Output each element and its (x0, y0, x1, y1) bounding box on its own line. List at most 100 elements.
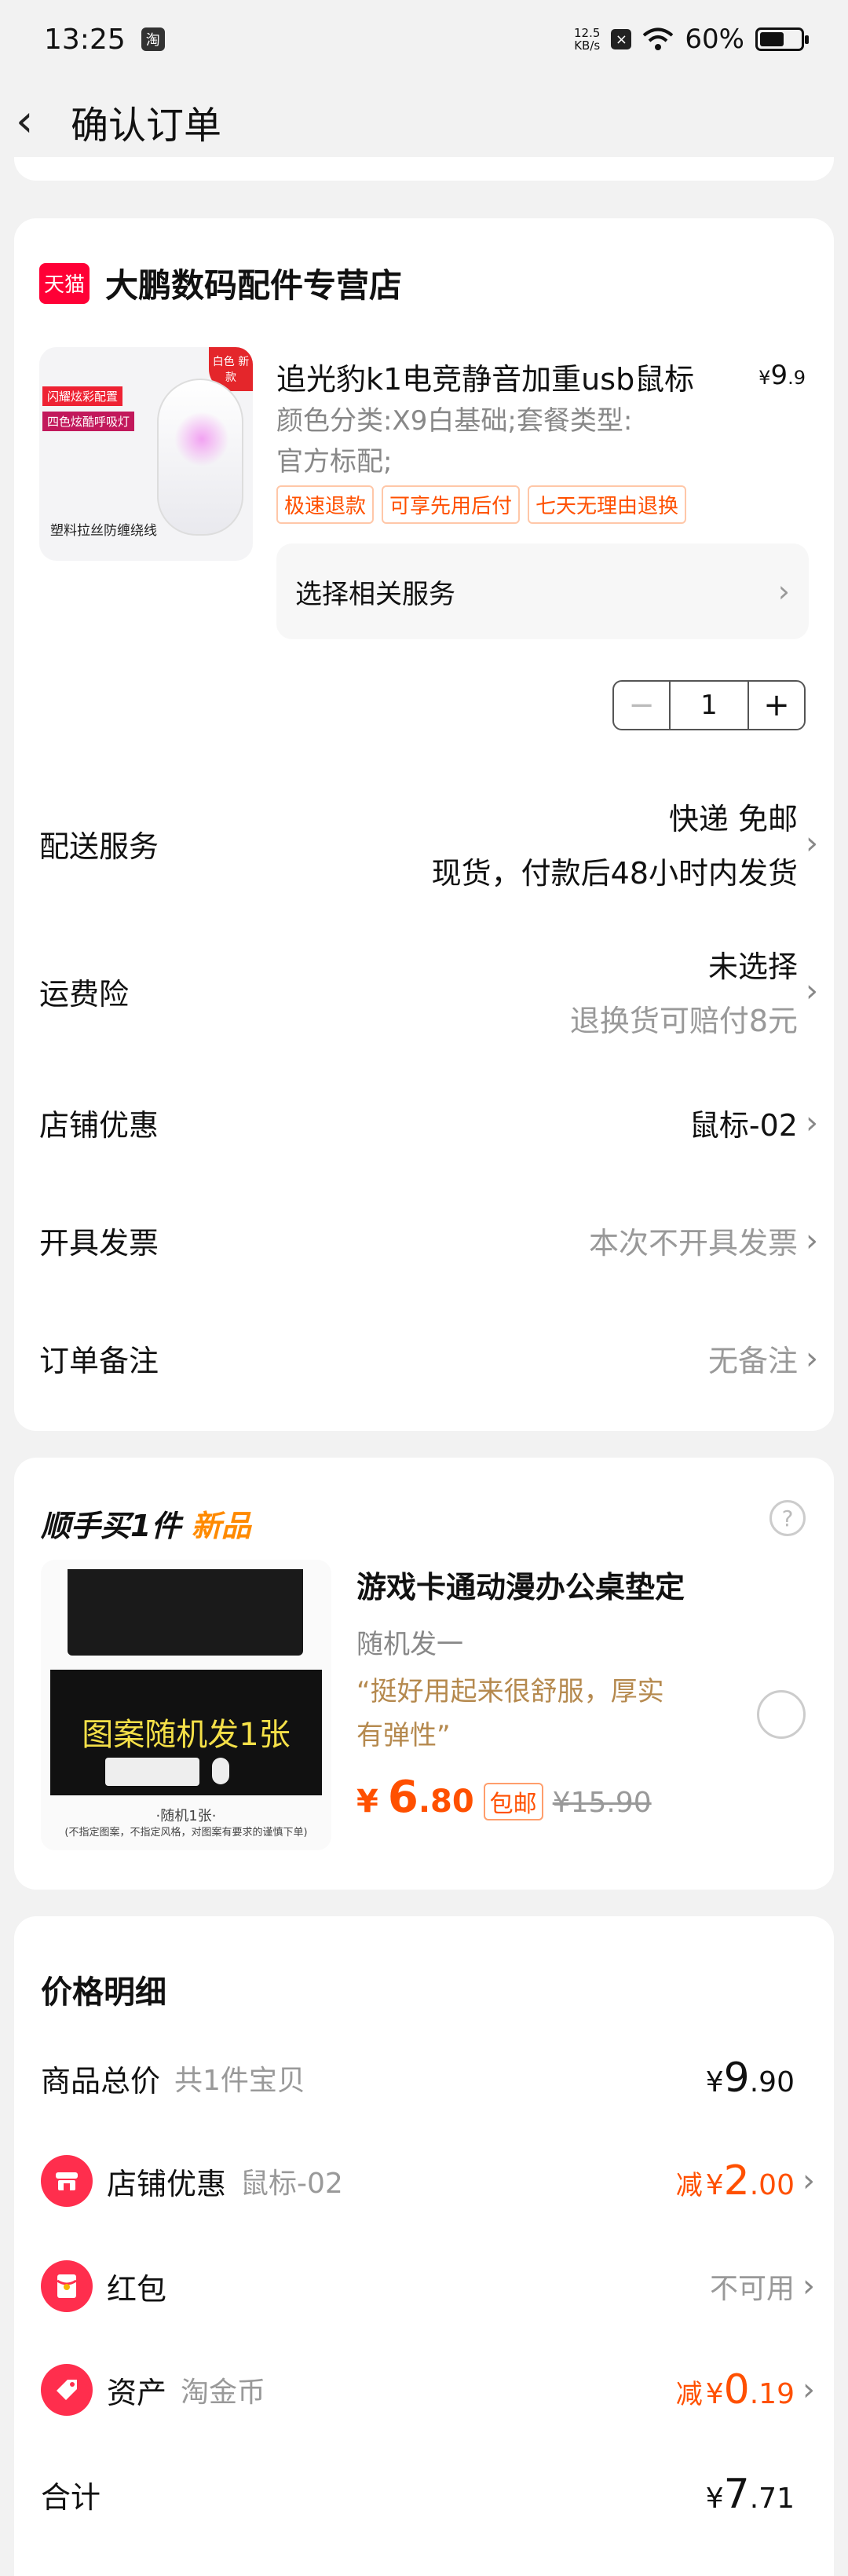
select-service-row[interactable]: 选择相关服务 › (276, 543, 809, 639)
price-detail-title: 价格明细 (41, 1974, 166, 2011)
addon-name[interactable]: 游戏卡通动漫办公桌垫定 (356, 1563, 685, 1606)
shipping-insurance-row[interactable]: 运费险 未选择 退换货可赔付8元 › (39, 942, 824, 1040)
delivery-label: 配送服务 (39, 829, 159, 864)
addon-price-dec: .80 (418, 1784, 474, 1820)
nav-bar: ‹ 确认订单 (0, 79, 848, 165)
mat-image-note: (不指定图案，不指定风格，对图案有要求的谨慎下单) (64, 1827, 308, 1839)
address-card-bottom (14, 157, 834, 181)
red-packet-label: 红包 (107, 2271, 167, 2307)
chevron-right-icon: › (802, 2372, 815, 2408)
insurance-hint: 退换货可赔付8元 (569, 1004, 798, 1038)
asset-int: 0 (723, 2366, 750, 2413)
total-symbol: ¥ (705, 2483, 724, 2515)
original-price: ¥15.90 (552, 1787, 652, 1819)
addon-sub: 随机发一 (356, 1629, 463, 1660)
addon-image[interactable]: 图案随机发1张 ·随机1张· (不指定图案，不指定风格，对图案有要求的谨慎下单) (41, 1560, 331, 1850)
desk-mat-illustration: 图案随机发1张 (50, 1670, 322, 1795)
delivery-time: 现货，付款后48小时内发货 (431, 856, 798, 891)
sku-line: 官方标配; (276, 446, 393, 478)
quantity-value[interactable]: 1 (671, 682, 747, 729)
chevron-right-icon: › (802, 2163, 815, 2199)
image-tag: 闪耀炫彩配置 (42, 386, 123, 406)
monitor-illustration (68, 1569, 303, 1656)
shop-dec: .00 (749, 2169, 795, 2201)
decrease-button[interactable]: − (614, 682, 671, 729)
delivery-method: 快递 免邮 (668, 802, 798, 836)
chevron-right-icon: › (806, 1340, 818, 1377)
delivery-value: 快递 免邮 现货，付款后48小时内发货 (432, 795, 798, 892)
sim-off-icon: × (611, 29, 632, 49)
help-icon[interactable]: ? (769, 1500, 806, 1536)
addon-select-radio[interactable] (757, 1690, 806, 1739)
invoice-value: 本次不开具发票 (588, 1226, 798, 1261)
order-note-row[interactable]: 订单备注 无备注 › (39, 1337, 824, 1380)
chevron-right-icon: › (806, 1222, 818, 1259)
chevron-right-icon: › (806, 1104, 818, 1141)
goods-dec: .90 (749, 2066, 795, 2098)
page-title: 确认订单 (71, 104, 222, 148)
total-row: 合计 ¥ 7 .71 (41, 2471, 821, 2518)
product-price: ¥9.9 (758, 360, 806, 391)
wifi-icon (643, 27, 674, 50)
shop-int: 2 (723, 2157, 750, 2205)
badge-fast-refund: 极速退款 (276, 485, 375, 524)
mat-image-text: 图案随机发1张 (82, 1717, 291, 1753)
shop-discount-row[interactable]: 店铺优惠 鼠标-02 减 ¥ 2 .00 › (41, 2155, 821, 2207)
shop-header[interactable]: 天猫 大鹏数码配件专营店 (39, 259, 402, 307)
note-value: 无备注 (707, 1344, 798, 1378)
goods-int: 9 (723, 2055, 750, 2102)
tmall-badge: 天猫 (39, 262, 90, 304)
chevron-right-icon: › (802, 2268, 815, 2304)
status-time: 13:25 (44, 23, 126, 56)
image-caption: 塑料拉丝防缠绕线 (50, 523, 157, 539)
store-icon (41, 2155, 93, 2207)
addon-price-symbol: ¥ (356, 1784, 378, 1820)
product-title[interactable]: 追光豹k1电竞静音加重usb鼠标 (276, 355, 716, 398)
mouse-illustration (157, 379, 243, 536)
battery-percent: 60% (685, 24, 744, 55)
sku-line: 颜色分类:X9白基础;套餐类型: (276, 405, 633, 437)
taobao-notification-icon: 淘 (141, 27, 165, 51)
addon-title-new: 新品 (191, 1509, 251, 1543)
price-symbol: ¥ (758, 367, 771, 389)
chevron-right-icon: › (777, 574, 790, 609)
total-dec: .71 (749, 2483, 795, 2515)
coupon-value: 鼠标-02 (689, 1108, 798, 1143)
addon-title: 顺手买1件 新品 (41, 1502, 251, 1545)
asset-hint: 淘金币 (181, 2377, 266, 2409)
free-shipping-badge: 包邮 (483, 1783, 543, 1820)
asset-label: 资产 (107, 2375, 167, 2410)
increase-button[interactable]: + (747, 682, 804, 729)
invoice-row[interactable]: 开具发票 本次不开具发票 › (39, 1219, 824, 1262)
asset-dec: .19 (749, 2378, 795, 2410)
invoice-label: 开具发票 (39, 1226, 159, 1261)
total-amount: ¥ 7 .71 (706, 2471, 795, 2518)
net-speed-value: 12.5 (574, 26, 601, 40)
product-sku[interactable]: 颜色分类:X9白基础;套餐类型: 官方标配; (276, 401, 716, 482)
reduce-label: 减 (675, 2379, 703, 2410)
shop-coupon-row[interactable]: 店铺优惠 鼠标-02 › (39, 1101, 824, 1144)
goods-count: 共1件宝贝 (174, 2065, 305, 2097)
shop-name: 大鹏数码配件专营店 (105, 266, 403, 305)
badge-pay-later: 可享先用后付 (382, 485, 521, 524)
insurance-value: 未选择 退换货可赔付8元 (570, 942, 798, 1040)
chevron-right-icon: › (806, 973, 818, 1009)
delivery-row[interactable]: 配送服务 快递 免邮 现货，付款后48小时内发货 › (39, 795, 824, 892)
net-speed-unit: KB/s (574, 38, 601, 53)
order-card: 天猫 大鹏数码配件专营店 闪耀炫彩配置 四色炫酷呼吸灯 白色 新款 塑料拉丝防缠… (14, 218, 834, 1431)
back-arrow-icon[interactable]: ‹ (16, 100, 63, 144)
quantity-stepper[interactable]: − 1 + (612, 680, 806, 730)
net-speed: 12.5 KB/s (574, 27, 600, 52)
product-image[interactable]: 闪耀炫彩配置 四色炫酷呼吸灯 白色 新款 塑料拉丝防缠绕线 (39, 347, 253, 561)
red-packet-row[interactable]: 红包 不可用 › (41, 2260, 821, 2312)
mat-image-sub: ·随机1张· (155, 1808, 217, 1824)
asset-row[interactable]: 资产 淘金币 减 ¥ 0 .19 › (41, 2364, 821, 2416)
shop-symbol: ¥ (705, 2169, 724, 2201)
price-detail-card: 价格明细 商品总价 共1件宝贝 ¥ 9 .90 店铺优惠 鼠标-02 减 ¥ 2… (14, 1916, 834, 2576)
status-bar: 13:25 淘 12.5 KB/s × 60% (0, 0, 848, 79)
shop-discount-amount: 减 ¥ 2 .00 (676, 2157, 795, 2205)
battery-fill (760, 32, 784, 46)
insurance-status: 未选择 (707, 950, 798, 984)
red-packet-value: 不可用 (709, 2273, 795, 2305)
price-dec: .9 (788, 367, 806, 389)
